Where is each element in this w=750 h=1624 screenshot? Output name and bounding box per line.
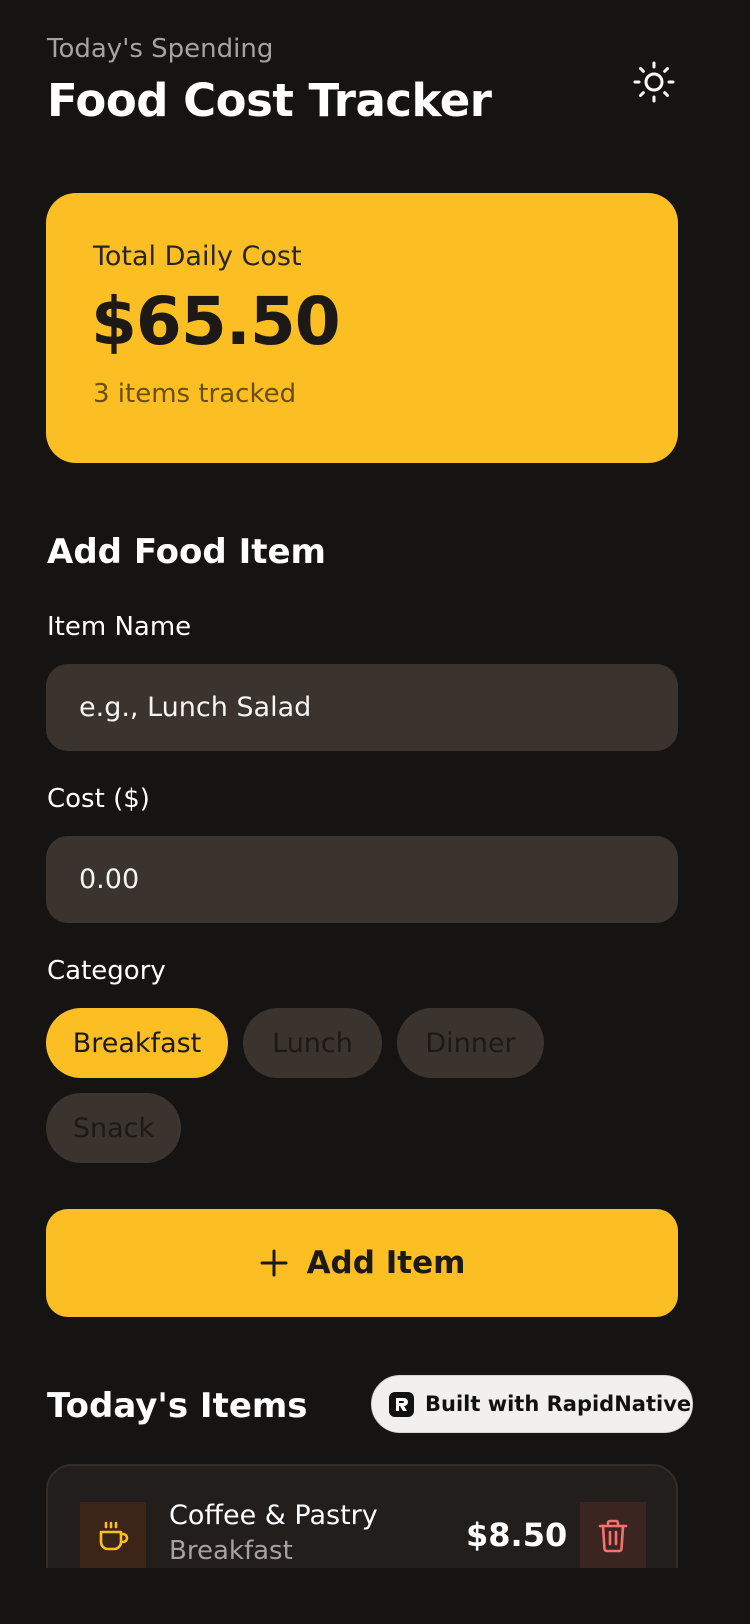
food-cost-tracker-screen: Today's Spending Food Cost Tracker Total… <box>0 0 724 1568</box>
total-cost-label: Total Daily Cost <box>93 241 302 272</box>
items-tracked-count: 3 items tracked <box>93 379 297 409</box>
theme-toggle-button[interactable] <box>630 58 678 106</box>
item-category: Breakfast <box>169 1536 293 1566</box>
item-name-label: Item Name <box>47 612 192 642</box>
cost-label: Cost ($) <box>47 784 150 814</box>
coffee-cup-icon <box>99 1521 129 1551</box>
badge-label: Built with RapidNative <box>425 1392 692 1416</box>
total-cost-card: Total Daily Cost $65.50 3 items tracked <box>46 193 678 463</box>
built-with-rapidnative-badge[interactable]: Built with RapidNative <box>371 1375 693 1433</box>
category-chip-lunch[interactable]: Lunch <box>243 1008 382 1078</box>
category-chip-snack[interactable]: Snack <box>46 1093 181 1163</box>
delete-item-button[interactable] <box>580 1502 646 1568</box>
category-chip-breakfast[interactable]: Breakfast <box>46 1008 228 1078</box>
add-food-item-heading: Add Food Item <box>47 532 326 572</box>
todays-items-heading: Today's Items <box>47 1386 308 1426</box>
rapidnative-logo-icon <box>389 1391 414 1417</box>
food-item-row: Coffee & Pastry Breakfast $8.50 <box>46 1464 678 1568</box>
plus-icon <box>260 1249 288 1277</box>
trash-icon <box>598 1519 628 1553</box>
page-subtitle: Today's Spending <box>47 34 274 64</box>
add-item-button-label: Add Item <box>306 1245 466 1281</box>
item-name-input[interactable] <box>46 664 678 751</box>
item-name: Coffee & Pastry <box>169 1500 378 1531</box>
sun-icon <box>633 61 675 103</box>
item-category-icon-container <box>80 1502 146 1568</box>
cost-input[interactable] <box>46 836 678 923</box>
item-price: $8.50 <box>466 1516 568 1554</box>
add-item-button[interactable]: Add Item <box>46 1209 678 1317</box>
category-label: Category <box>47 956 166 986</box>
page-title: Food Cost Tracker <box>47 74 492 127</box>
total-cost-value: $65.50 <box>91 283 341 360</box>
category-chip-dinner[interactable]: Dinner <box>397 1008 544 1078</box>
